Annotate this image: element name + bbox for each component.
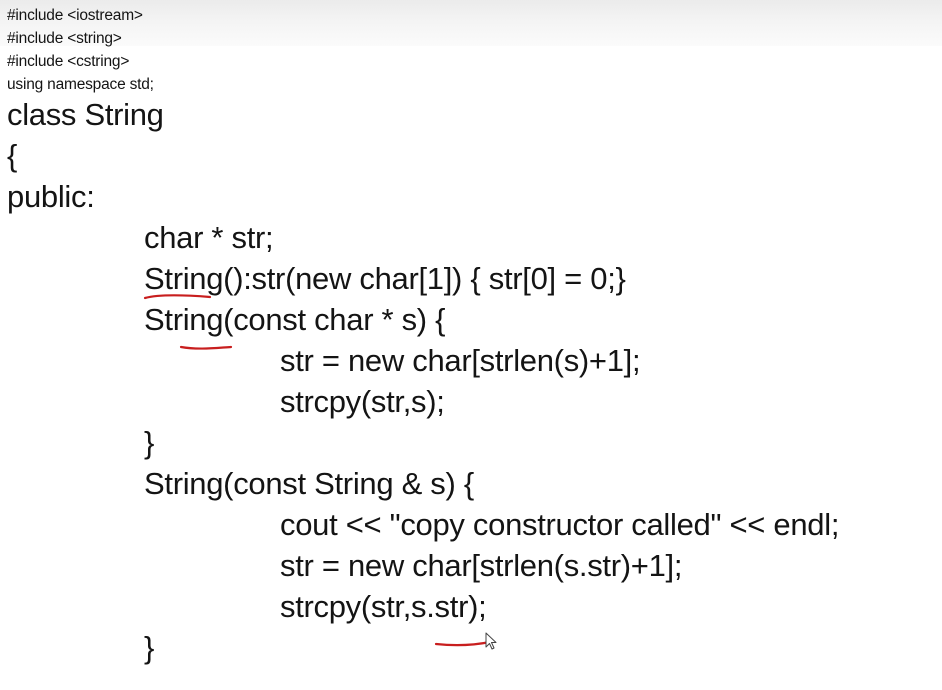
using-namespace-line: using namespace std;	[7, 76, 154, 93]
class-declaration-line: class String	[7, 97, 164, 132]
default-constructor-line: String():str(new char[1]) { str[0] = 0;}	[144, 261, 626, 296]
ink-underline-char-constructor	[179, 345, 233, 350]
char-constructor-close-brace: }	[144, 425, 155, 460]
public-label-line: public:	[7, 179, 95, 214]
include-iostream-line: #include <iostream>	[7, 7, 143, 24]
include-cstring-line: #include <cstring>	[7, 53, 130, 70]
class-open-brace-line: {	[7, 138, 18, 173]
copy-constructor-line: String(const String & s) {	[144, 466, 474, 501]
char-constructor-line: String(const char * s) {	[144, 302, 446, 337]
include-string-line: #include <string>	[7, 30, 122, 47]
copy-constructor-alloc-line: str = new char[strlen(s.str)+1];	[280, 548, 683, 583]
copy-constructor-strcpy-line: strcpy(str,s.str);	[280, 589, 487, 624]
copy-constructor-close-brace: }	[144, 630, 155, 665]
member-declaration-line: char * str;	[144, 220, 274, 255]
mouse-pointer-icon	[485, 632, 497, 650]
char-constructor-alloc-line: str = new char[strlen(s)+1];	[280, 343, 641, 378]
char-constructor-copy-line: strcpy(str,s);	[280, 384, 445, 419]
copy-constructor-cout-line: cout << "copy constructor called" << end…	[280, 507, 840, 542]
ink-underline-s-str	[434, 640, 492, 647]
